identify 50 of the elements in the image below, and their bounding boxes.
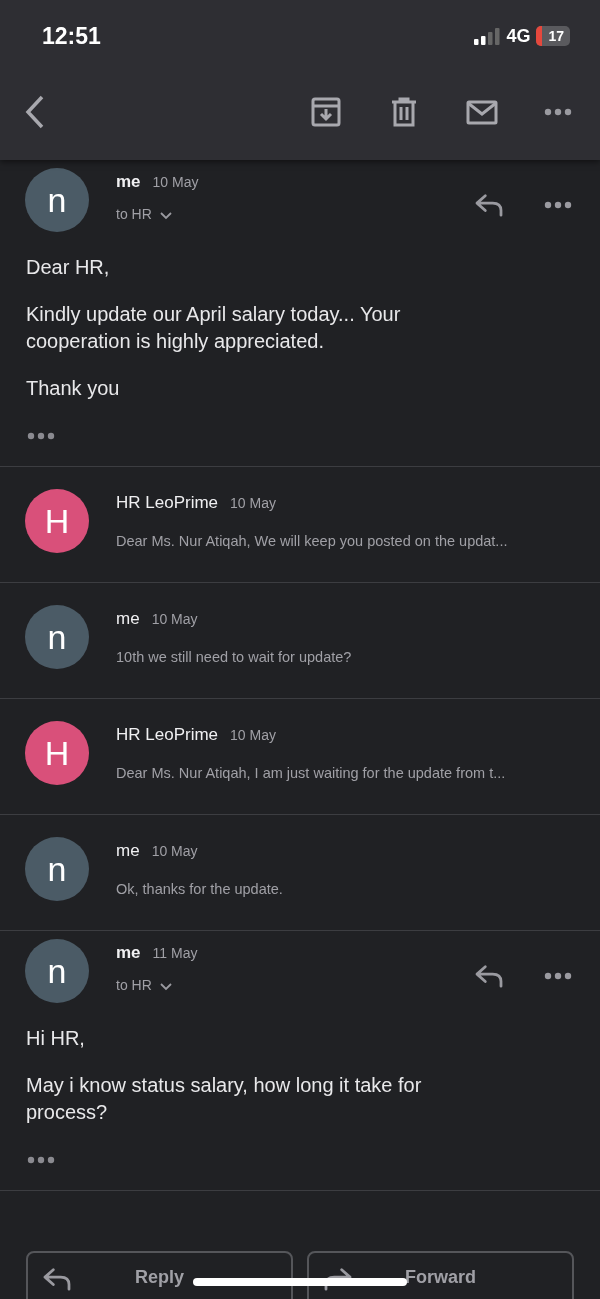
message-row[interactable]: H HR LeoPrime 10 May Dear Ms. Nur Atiqah, We will keep you posted on the updat... xyxy=(0,467,600,583)
message-snippet: Dear Ms. Nur Atiqah, I am just waiting for the update from t... xyxy=(116,765,507,781)
avatar: n xyxy=(25,168,89,232)
message-paragraph: Hi HR, xyxy=(26,1026,86,1051)
message-paragraph: May i know status salary, how long it take for process? xyxy=(26,1073,423,1125)
avatar: n xyxy=(25,939,89,1003)
message-row[interactable]: n me 10 May 10th we still need to wait for update? xyxy=(0,583,600,699)
more-icon[interactable] xyxy=(544,972,572,980)
sender-name: me xyxy=(116,841,140,861)
chevron-down-icon[interactable] xyxy=(159,983,172,991)
sender-name: me xyxy=(116,172,141,192)
more-icon[interactable] xyxy=(544,108,572,116)
message-date: 10 May xyxy=(151,843,198,859)
reply-icon[interactable] xyxy=(474,193,504,217)
avatar: H xyxy=(25,489,89,553)
back-icon[interactable] xyxy=(24,95,46,129)
sender-name: me xyxy=(116,609,140,629)
more-icon[interactable] xyxy=(26,432,56,440)
sender-name: HR LeoPrime xyxy=(116,493,219,513)
avatar: H xyxy=(25,721,89,785)
battery-icon: 17 xyxy=(536,26,570,46)
message-row[interactable]: n me 10 May Ok, thanks for the update. xyxy=(0,815,600,931)
sender-name: me xyxy=(116,943,141,963)
message-snippet: Ok, thanks for the update. xyxy=(116,881,284,897)
forward-icon xyxy=(323,1267,353,1291)
message-date: 10 May xyxy=(151,611,198,627)
message-paragraph: Dear HR, xyxy=(26,255,111,280)
network-label: 4G xyxy=(506,25,531,47)
archive-icon[interactable] xyxy=(310,96,342,128)
message-date: 11 May xyxy=(152,945,198,961)
avatar: n xyxy=(25,837,89,901)
message-date: 10 May xyxy=(152,174,199,190)
message-row[interactable]: H HR LeoPrime 10 May Dear Ms. Nur Atiqah, I am just waiting for the update from t... xyxy=(0,699,600,815)
more-icon[interactable] xyxy=(26,1156,56,1164)
recipient-text: to HR xyxy=(116,206,152,222)
message-paragraph: Kindly update our April salary today... Your cooperation is highly appreciated. xyxy=(26,302,402,354)
reply-icon xyxy=(42,1267,72,1291)
message-paragraph: Thank you xyxy=(26,376,121,401)
message-snippet: Dear Ms. Nur Atiqah, We will keep you posted on the updat... xyxy=(116,533,509,549)
chevron-down-icon[interactable] xyxy=(159,212,172,220)
recipient-text: to HR xyxy=(116,977,152,993)
avatar: n xyxy=(25,605,89,669)
signal-icon xyxy=(474,27,501,45)
status-time: 12:51 xyxy=(42,22,101,50)
message-date: 10 May xyxy=(230,727,276,743)
reply-icon[interactable] xyxy=(474,964,504,988)
message-snippet: 10th we still need to wait for update? xyxy=(116,649,353,665)
more-icon[interactable] xyxy=(544,201,572,209)
message-date: 10 May xyxy=(230,495,276,511)
sender-name: HR LeoPrime xyxy=(116,725,219,745)
